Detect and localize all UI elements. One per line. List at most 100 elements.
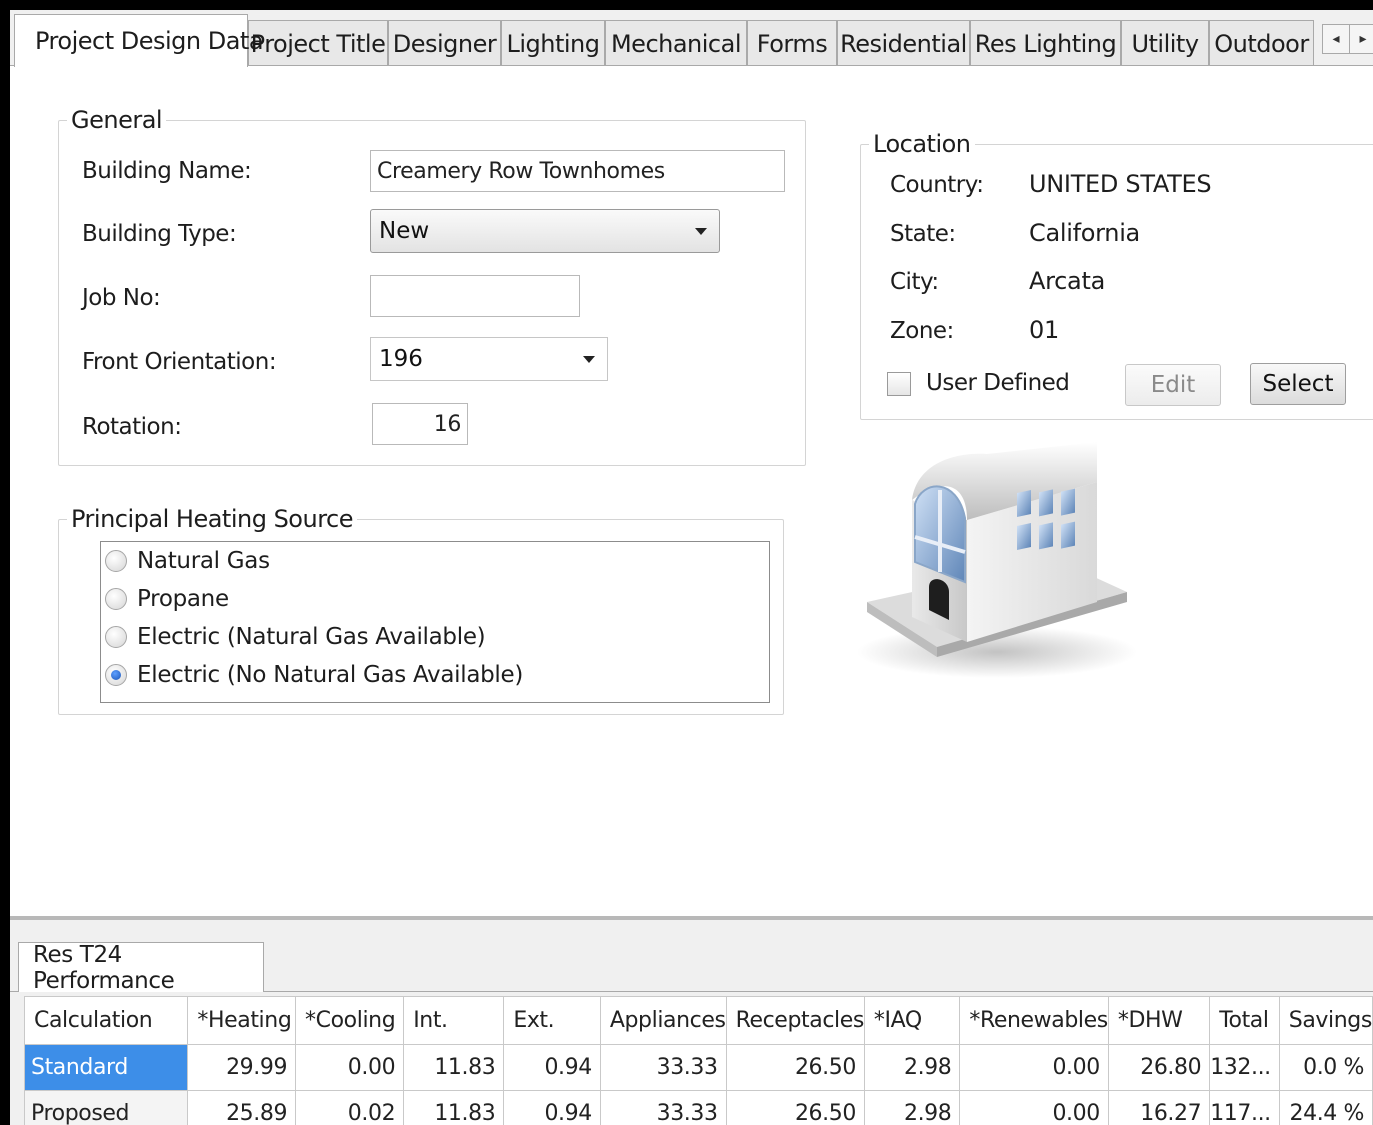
rotation-label: Rotation: — [82, 414, 182, 440]
performance-table: Calculation *Heating *Cooling Int. Ext. … — [23, 996, 1373, 1125]
tab-designer[interactable]: Designer — [388, 20, 501, 66]
column-header[interactable]: Calculation — [23, 996, 189, 1045]
column-header[interactable]: *Heating — [187, 996, 297, 1045]
table-cell: 26.80 — [1107, 1044, 1211, 1091]
table-cell: 26.50 — [725, 1044, 865, 1091]
column-header[interactable]: Savings — [1278, 996, 1373, 1045]
tab-res-lighting[interactable]: Res Lighting — [970, 20, 1121, 66]
table-row[interactable]: Proposed 25.89 0.02 11.83 0.94 33.33 26.… — [23, 1090, 1373, 1125]
tab-utility[interactable]: Utility — [1121, 20, 1209, 66]
column-header[interactable]: Receptacles — [725, 996, 865, 1045]
country-value: UNITED STATES — [1029, 170, 1212, 198]
state-value: California — [1029, 219, 1140, 247]
zone-label: Zone: — [890, 318, 954, 344]
table-cell: 0.02 — [295, 1090, 405, 1125]
building-name-label: Building Name: — [82, 158, 252, 184]
column-header[interactable]: Appliances — [599, 996, 727, 1045]
table-cell: 0.00 — [295, 1044, 405, 1091]
radio-electric-no-gas[interactable]: Electric (No Natural Gas Available) — [105, 662, 523, 688]
tab-scroll-right-button[interactable]: ▸ — [1349, 24, 1373, 54]
row-header-standard[interactable]: Standard — [23, 1044, 189, 1091]
table-cell: 0.00 — [959, 1090, 1109, 1125]
table-cell: 33.33 — [599, 1090, 727, 1125]
table-cell: 11.83 — [403, 1044, 505, 1091]
column-header[interactable]: *Cooling — [295, 996, 405, 1045]
chevron-down-icon — [695, 228, 707, 235]
column-header[interactable]: Int. — [403, 996, 505, 1045]
row-header-proposed[interactable]: Proposed — [23, 1090, 189, 1125]
performance-panel: Res T24 Performance Calculation *Heating… — [10, 920, 1373, 1125]
radio-propane[interactable]: Propane — [105, 586, 229, 612]
heating-source-legend: Principal Heating Source — [71, 505, 354, 533]
city-label: City: — [890, 269, 939, 295]
tab-forms[interactable]: Forms — [747, 20, 837, 66]
tab-lighting[interactable]: Lighting — [501, 20, 605, 66]
radio-electric-gas-available[interactable]: Electric (Natural Gas Available) — [105, 624, 486, 650]
location-legend: Location — [873, 130, 971, 158]
tab-outdoor[interactable]: Outdoor — [1209, 20, 1314, 66]
building-name-input[interactable]: Creamery Row Townhomes — [370, 150, 785, 192]
select-button[interactable]: Select — [1250, 363, 1346, 405]
tab-project-design-data[interactable]: Project Design Data — [14, 14, 264, 67]
country-label: Country: — [890, 172, 984, 198]
radio-button-icon — [105, 550, 127, 572]
column-header[interactable]: Total — [1209, 996, 1280, 1045]
user-defined-label: User Defined — [926, 370, 1070, 396]
table-cell: 0.94 — [503, 1090, 601, 1125]
arrow-right-icon: ▸ — [1359, 31, 1367, 47]
table-cell: 0.0 % — [1278, 1044, 1373, 1091]
general-legend: General — [71, 106, 163, 134]
arrow-left-icon: ◂ — [1332, 31, 1340, 47]
table-cell: 33.33 — [599, 1044, 727, 1091]
radio-natural-gas-label: Natural Gas — [137, 548, 270, 574]
radio-propane-label: Propane — [137, 586, 229, 612]
tab-strip: Project Design Data Project Title Design… — [10, 10, 1373, 67]
table-header-row: Calculation *Heating *Cooling Int. Ext. … — [23, 996, 1373, 1045]
building-type-value: New — [379, 218, 430, 244]
radio-button-icon — [105, 626, 127, 648]
table-cell: 0.00 — [959, 1044, 1109, 1091]
column-header[interactable]: *Renewables — [959, 996, 1109, 1045]
zone-value: 01 — [1029, 316, 1059, 344]
table-cell: 0.94 — [503, 1044, 601, 1091]
tab-mechanical[interactable]: Mechanical — [605, 20, 747, 66]
tab-scroll-left-button[interactable]: ◂ — [1322, 24, 1350, 54]
table-cell: 26.50 — [725, 1090, 865, 1125]
building-type-label: Building Type: — [82, 221, 237, 247]
app-window: Project Design Data Project Title Design… — [10, 10, 1373, 1125]
user-defined-checkbox[interactable] — [887, 372, 911, 396]
table-cell: 16.27 — [1107, 1090, 1211, 1125]
front-orientation-value: 196 — [379, 346, 423, 372]
edit-button[interactable]: Edit — [1125, 364, 1221, 406]
tab-project-title[interactable]: Project Title — [248, 20, 388, 66]
table-cell: 11.83 — [403, 1090, 505, 1125]
radio-button-icon — [105, 588, 127, 610]
front-orientation-label: Front Orientation: — [82, 349, 277, 375]
column-header[interactable]: *DHW — [1107, 996, 1211, 1045]
radio-electric-no-gas-label: Electric (No Natural Gas Available) — [137, 662, 524, 688]
table-cell: 2.98 — [863, 1044, 961, 1091]
column-header[interactable]: *IAQ — [863, 996, 961, 1045]
job-no-input[interactable] — [370, 275, 580, 317]
building-icon — [857, 442, 1137, 678]
table-cell: 29.99 — [187, 1044, 297, 1091]
project-design-page: General Building Name: Creamery Row Town… — [10, 66, 1373, 916]
table-cell: 132... — [1209, 1044, 1280, 1091]
tab-res-t24-performance[interactable]: Res T24 Performance — [18, 942, 264, 994]
heating-source-options: Natural Gas Propane Electric (Natural Ga… — [100, 541, 770, 703]
job-no-label: Job No: — [82, 285, 161, 311]
radio-button-selected-icon — [105, 664, 127, 686]
tab-residential[interactable]: Residential — [837, 20, 970, 66]
table-cell: 25.89 — [187, 1090, 297, 1125]
table-cell: 24.4 % — [1278, 1090, 1373, 1125]
column-header[interactable]: Ext. — [503, 996, 601, 1045]
radio-electric-gas-available-label: Electric (Natural Gas Available) — [137, 624, 486, 650]
rotation-input[interactable]: 16 — [372, 403, 468, 445]
table-row[interactable]: Standard 29.99 0.00 11.83 0.94 33.33 26.… — [23, 1044, 1373, 1091]
front-orientation-select[interactable]: 196 — [370, 337, 608, 381]
radio-natural-gas[interactable]: Natural Gas — [105, 548, 270, 574]
building-type-select[interactable]: New — [370, 209, 720, 253]
city-value: Arcata — [1029, 267, 1105, 295]
chevron-down-icon — [583, 356, 595, 363]
table-cell: 117... — [1209, 1090, 1280, 1125]
